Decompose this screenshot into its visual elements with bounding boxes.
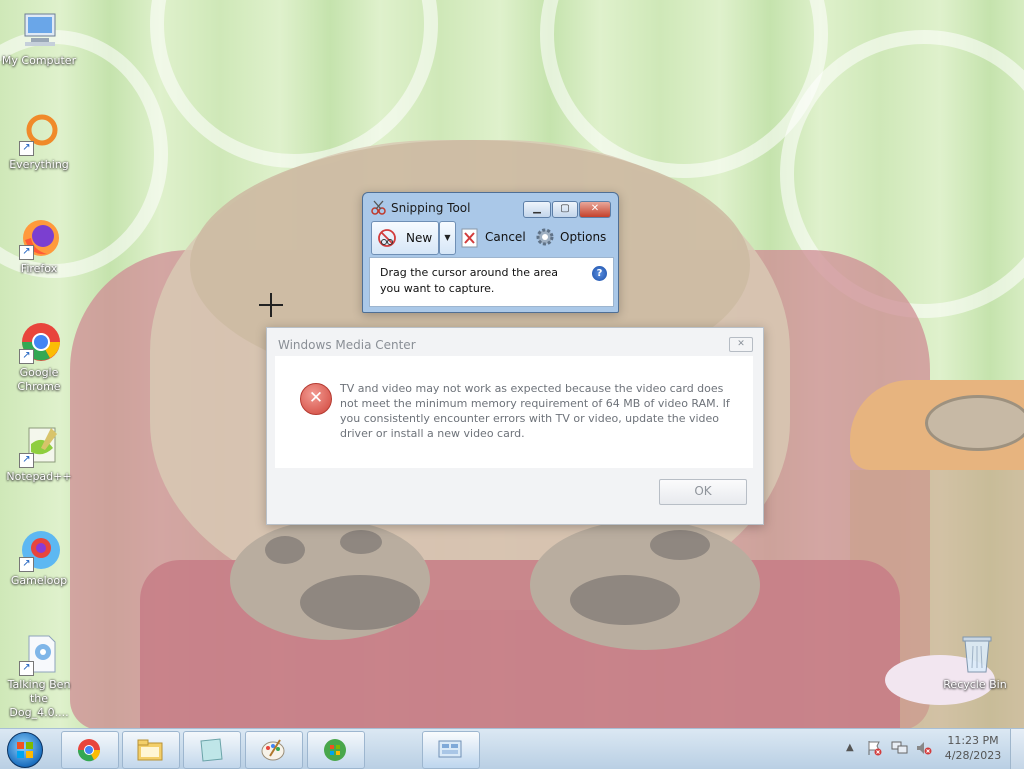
notes-icon [198,738,224,762]
clock-date: 4/28/2023 [944,749,1002,762]
computer-icon [17,8,61,52]
desktop-icon-notepadpp[interactable]: ↗ Notepad++ [0,424,78,484]
windows-media-center-icon [322,738,348,762]
error-icon: ✕ [300,383,332,415]
snipping-toolbar: New ▼ Cancel Options [369,221,612,255]
new-snip-button[interactable]: New [371,221,439,255]
shortcut-arrow-icon: ↗ [19,557,34,572]
volume-muted-icon[interactable] [915,740,933,759]
chrome-icon [76,738,102,762]
shortcut-arrow-icon: ↗ [19,453,34,468]
wallpaper-paw-pad [300,575,420,630]
wallpaper-paw-pad [340,530,382,554]
taskbar-explorer-button[interactable] [122,731,180,769]
snipping-tool-icon [437,738,463,762]
system-clock[interactable]: 11:23 PM 4/28/2023 [944,733,1002,763]
ok-button[interactable]: OK [659,479,747,505]
shortcut-arrow-icon: ↗ [19,245,34,260]
taskbar-notes-button[interactable] [183,731,241,769]
taskbar-media-center-button[interactable] [307,731,365,769]
snip-instructions-text: Drag the cursor around the area you want… [380,266,559,295]
desktop-icon-recycle-bin[interactable]: Recycle Bin [936,632,1014,692]
desktop-icon-google-chrome[interactable]: ↗ Google Chrome [0,320,78,394]
taskbar-paint-button[interactable] [245,731,303,769]
taskbar-snipping-tool-button[interactable] [422,731,480,769]
shortcut-arrow-icon: ↗ [19,141,34,156]
start-button[interactable] [7,732,43,768]
help-icon[interactable]: ? [592,266,607,281]
everything-search-icon: ↗ [17,112,61,156]
media-center-error-dialog[interactable]: Windows Media Center ✕ ✕ TV and video ma… [266,327,764,525]
maximize-icon: ▢ [560,203,570,214]
gear-icon [535,227,555,250]
snip-mode-dropdown[interactable]: ▼ [439,221,456,255]
desktop-icon-firefox[interactable]: ↗ Firefox [0,216,78,276]
window-title: Snipping Tool [391,201,471,215]
desktop-icon-label: Gameloop [10,574,68,587]
gameloop-icon: ↗ [17,528,61,572]
desktop-icon-talking-ben[interactable]: ↗ Talking Ben the Dog_4.0.... [0,632,78,720]
desktop-icon-label: Firefox [20,262,58,275]
new-snip-label: New [406,231,433,245]
options-button[interactable]: Options [560,230,606,244]
close-icon: ✕ [737,339,745,349]
chevron-down-icon: ▼ [444,233,451,242]
notepadpp-icon: ↗ [17,424,61,468]
desktop-icon-label: Notepad++ [6,470,72,483]
desktop-icon-everything[interactable]: ↗ Everything [0,112,78,172]
wallpaper-paw-pad [570,575,680,625]
desktop-icon-label: My Computer [1,54,77,67]
desktop-icon-label: Talking Ben the Dog_4.0.... [7,678,71,719]
desktop-icon-gameloop[interactable]: ↗ Gameloop [0,528,78,588]
dialog-title: Windows Media Center [278,338,416,352]
minimize-button[interactable]: ▁ [523,201,551,218]
close-button[interactable]: ✕ [579,201,611,218]
chrome-icon: ↗ [17,320,61,364]
desktop-icon-my-computer[interactable]: My Computer [0,8,78,68]
minimize-icon: ▁ [533,203,541,214]
new-snip-icon [377,228,397,251]
dialog-close-button[interactable]: ✕ [729,337,753,352]
recycle-bin-icon [953,632,997,676]
paint-icon [260,738,286,762]
taskbar: ▲ 11:23 PM 4/28/2023 [0,728,1024,769]
desktop-icon-label: Everything [9,158,69,171]
wallpaper-paw-pad [265,536,305,564]
wallpaper-paw-pad [650,530,710,560]
shortcut-arrow-icon: ↗ [19,349,34,364]
maximize-button[interactable]: ▢ [552,201,578,218]
show-desktop-button[interactable] [1010,729,1024,769]
close-icon: ✕ [590,203,600,214]
clock-time: 11:23 PM [947,734,999,747]
cancel-button[interactable]: Cancel [485,230,526,244]
scissors-icon [371,200,387,216]
error-message: TV and video may not work as expected be… [340,382,730,440]
installer-icon: ↗ [17,632,61,676]
crosshair-cursor-icon [259,293,283,317]
windows-logo-icon [17,742,33,758]
firefox-icon: ↗ [17,216,61,260]
shortcut-arrow-icon: ↗ [19,661,34,676]
network-icon[interactable] [891,740,909,759]
show-hidden-icons-button[interactable]: ▲ [846,742,854,753]
wallpaper-phone-dial [925,395,1024,451]
action-center-icon[interactable] [866,740,882,759]
desktop-icon-label: Recycle Bin [943,678,1007,691]
cancel-icon [461,228,479,251]
taskbar-chrome-button[interactable] [61,731,119,769]
snip-instructions-panel: Drag the cursor around the area you want… [369,257,614,307]
file-explorer-icon [137,738,163,762]
desktop-icon-label: Google Chrome [17,366,61,393]
snipping-tool-window[interactable]: Snipping Tool ▁ ▢ ✕ New ▼ Cancel Options… [362,192,619,313]
dialog-content: ✕ TV and video may not work as expected … [275,356,753,468]
